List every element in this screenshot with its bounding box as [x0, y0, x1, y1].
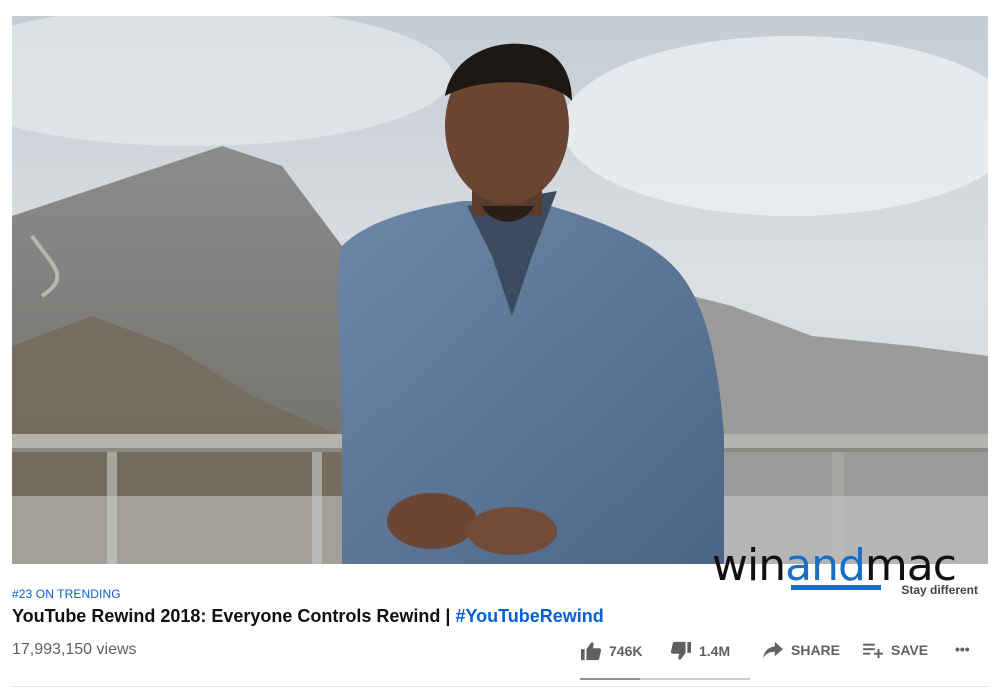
dislike-count: 1.4M	[699, 643, 731, 659]
share-label: SHARE	[791, 642, 841, 658]
divider	[12, 686, 988, 687]
save-button[interactable]: SAVE	[862, 641, 928, 659]
playlist-add-icon	[863, 643, 883, 659]
dislike-button[interactable]: 1.4M	[670, 641, 730, 661]
video-title-text: YouTube Rewind 2018: Everyone Controls R…	[12, 606, 456, 626]
watermark-tagline: Stay different	[901, 583, 978, 597]
sentiment-like-fill	[580, 678, 640, 680]
trending-badge-link[interactable]: #23 ON TRENDING	[12, 587, 121, 601]
like-button[interactable]: 746K	[580, 641, 642, 661]
share-button[interactable]: SHARE	[762, 641, 840, 659]
watermark-underline	[791, 585, 881, 590]
more-horizontal-icon: •••	[955, 641, 970, 657]
video-frame-illustration	[12, 16, 988, 564]
like-count: 746K	[609, 643, 643, 659]
video-title: YouTube Rewind 2018: Everyone Controls R…	[12, 605, 604, 627]
winandmac-watermark: winandmac Stay different	[712, 543, 982, 598]
save-label: SAVE	[891, 642, 929, 658]
video-player[interactable]	[12, 16, 988, 564]
sentiment-bar	[580, 678, 750, 680]
share-arrow-icon	[763, 641, 783, 659]
thumbs-up-icon	[581, 642, 602, 661]
more-actions-button[interactable]: •••	[955, 641, 970, 657]
hashtag-link[interactable]: #YouTubeRewind	[455, 606, 603, 626]
view-count: 17,993,150 views	[12, 641, 137, 658]
thumbs-down-icon	[670, 641, 691, 660]
